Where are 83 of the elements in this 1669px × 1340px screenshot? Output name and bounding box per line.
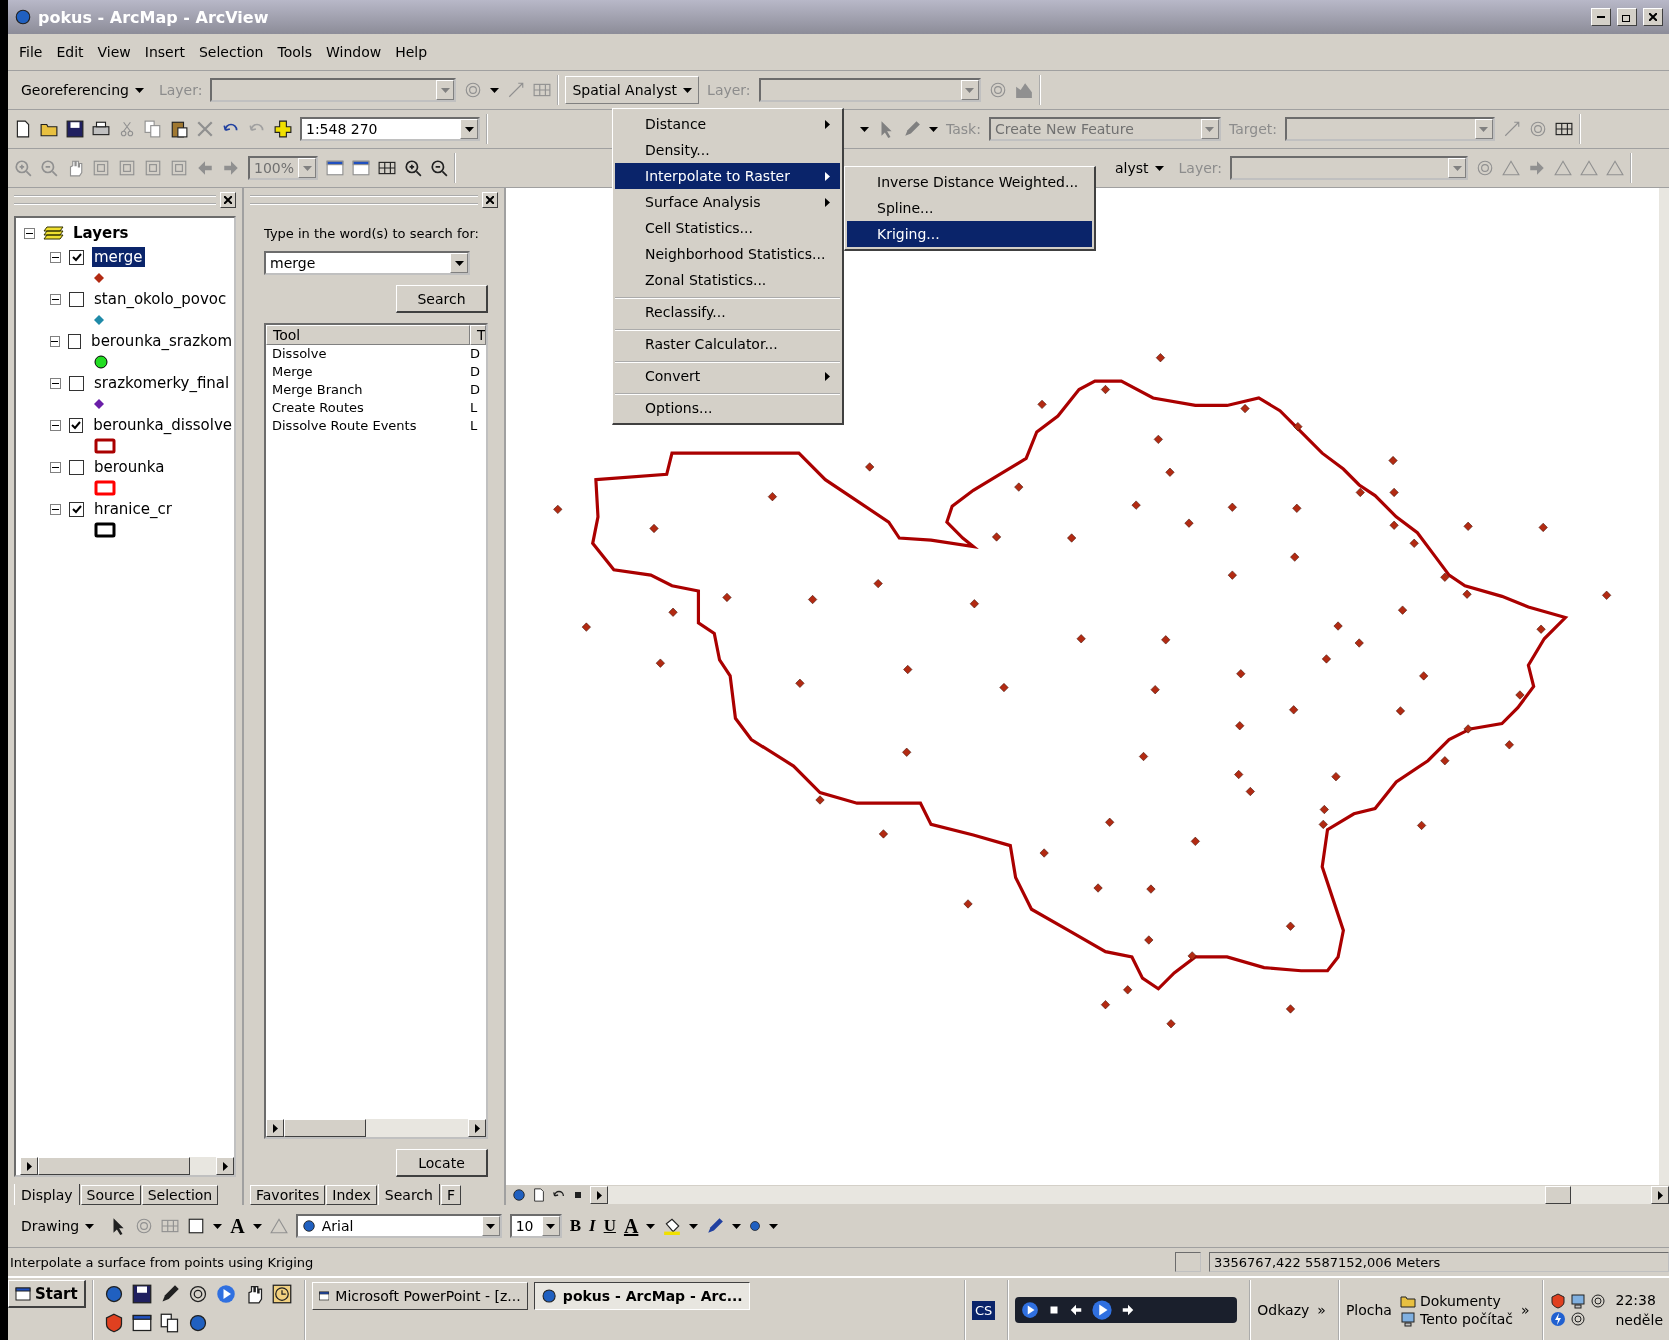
table-cell-text: L [470, 399, 479, 417]
computer-link[interactable]: Tento počítač [1419, 1311, 1513, 1327]
layer-label: Layer: [158, 82, 203, 98]
layer-name[interactable]: stan_okolo_povoc [92, 289, 229, 309]
menu-item[interactable]: Distance [615, 111, 840, 137]
target-label: Target: [1228, 121, 1277, 137]
layer-name[interactable]: berounka [92, 457, 167, 477]
menu-item[interactable]: Reclassify... [615, 297, 840, 325]
menu-item[interactable]: Inverse Distance Weighted... [847, 169, 1092, 195]
table-cell-text: Dissolve [272, 345, 328, 363]
start-button[interactable]: Start [8, 1280, 86, 1308]
menu-item[interactable]: Spline... [847, 195, 1092, 221]
more-chevron[interactable]: » [1317, 1302, 1326, 1318]
menu-item[interactable]: Density... [615, 137, 840, 163]
menu-item[interactable]: File [14, 42, 48, 62]
panel-tab[interactable]: Favorites [250, 1185, 326, 1205]
table-cell-text: Merge [272, 363, 314, 381]
layer-name[interactable]: hranice_cr [92, 499, 174, 519]
desktop-toolbar-label[interactable]: Plocha [1345, 1302, 1392, 1318]
table-cell-text: D [470, 381, 481, 399]
menu-item[interactable]: Window [321, 42, 387, 62]
table-cell-text: D [470, 345, 481, 363]
menu-item[interactable]: Selection [193, 42, 269, 62]
clock-day: neděle [1615, 1312, 1663, 1328]
window-title: pokus - ArcMap - ArcView [38, 7, 270, 27]
table-cell-text: D [470, 363, 481, 381]
menu-item[interactable]: Edit [51, 42, 89, 62]
table-cell-text: L [470, 417, 479, 435]
taskbar-button[interactable]: Microsoft PowerPoint - [z... [311, 1282, 528, 1310]
language-indicator[interactable]: CS [972, 1300, 996, 1320]
underline-button[interactable]: U [603, 1216, 616, 1236]
documents-link[interactable]: Dokumenty [1419, 1293, 1501, 1309]
search-field[interactable]: merge [264, 251, 470, 275]
menu-item[interactable]: Cell Statistics... [615, 215, 840, 241]
panel-tab[interactable]: Selection [141, 1185, 219, 1205]
column-header[interactable]: T [470, 325, 486, 345]
menu-item[interactable]: Zonal Statistics... [615, 267, 840, 293]
font-name: Arial [321, 1218, 354, 1234]
status-message: Interpolate a surface from points using Kriging [10, 1254, 315, 1270]
menu-item[interactable]: Insert [139, 42, 190, 62]
data-frame-label: Layers [73, 224, 129, 242]
bold-button[interactable]: B [569, 1216, 581, 1236]
menu-item[interactable]: Raster Calculator... [615, 329, 840, 357]
spatial-analyst-dropdown[interactable]: Spatial Analyst [565, 76, 700, 104]
task-label: Task: [946, 121, 981, 137]
layer-label: Layer: [1178, 160, 1223, 176]
table-cell-text: Dissolve Route Events [272, 417, 418, 435]
more-chevron[interactable]: » [1520, 1302, 1530, 1318]
layer-name[interactable]: berounka_dissolve [91, 415, 234, 435]
menu-item[interactable]: Convert [615, 361, 840, 389]
new-text-tool[interactable]: A [230, 1214, 245, 1238]
panel-tab[interactable]: Source [80, 1185, 141, 1205]
menu-item[interactable]: Kriging... [847, 221, 1092, 247]
font-color-button[interactable]: A [623, 1214, 639, 1238]
menu-item[interactable]: Neighborhood Statistics... [615, 241, 840, 267]
italic-button[interactable]: I [589, 1216, 596, 1236]
panel-tab[interactable]: F [440, 1185, 461, 1205]
search-prompt: Type in the word(s) to search for: [264, 226, 480, 241]
locate-button[interactable]: Locate [396, 1149, 488, 1177]
panel-tab[interactable]: Search [377, 1184, 440, 1205]
taskbar-button[interactable]: pokus - ArcMap - Arc... [533, 1282, 750, 1310]
menu-item[interactable]: View [92, 42, 136, 62]
menu-item[interactable]: Surface Analysis [615, 189, 840, 215]
search-button[interactable]: Search [396, 285, 488, 313]
menu-item[interactable]: Options... [615, 393, 840, 421]
layer-name[interactable]: berounka_srazkom [89, 331, 234, 351]
panel-tab[interactable]: Index [326, 1185, 377, 1205]
scale-dropdown[interactable]: 1:548 270 [300, 117, 480, 141]
table-cell-text: Merge Branch [272, 381, 364, 399]
coordinates-readout: 3356767,422 5587152,006 Meters [1209, 1252, 1669, 1272]
menu-item[interactable]: Interpolate to Raster [615, 163, 840, 189]
column-header[interactable]: Tool [266, 325, 470, 345]
font-size-dropdown[interactable]: 10 [509, 1214, 562, 1238]
layer-name[interactable]: srazkomerky_final [92, 373, 232, 393]
layer-label: Layer: [707, 82, 751, 98]
menu-item[interactable]: Tools [272, 42, 317, 62]
table-cell-text: Create Routes [272, 399, 365, 417]
panel-tab[interactable]: Display [14, 1184, 80, 1205]
links-toolbar-label[interactable]: Odkazy [1257, 1302, 1310, 1318]
font-dropdown[interactable]: Arial [295, 1214, 502, 1238]
clock-time: 22:38 [1615, 1292, 1657, 1308]
layer-name[interactable]: merge [92, 247, 145, 267]
menu-item[interactable]: Help [390, 42, 433, 62]
